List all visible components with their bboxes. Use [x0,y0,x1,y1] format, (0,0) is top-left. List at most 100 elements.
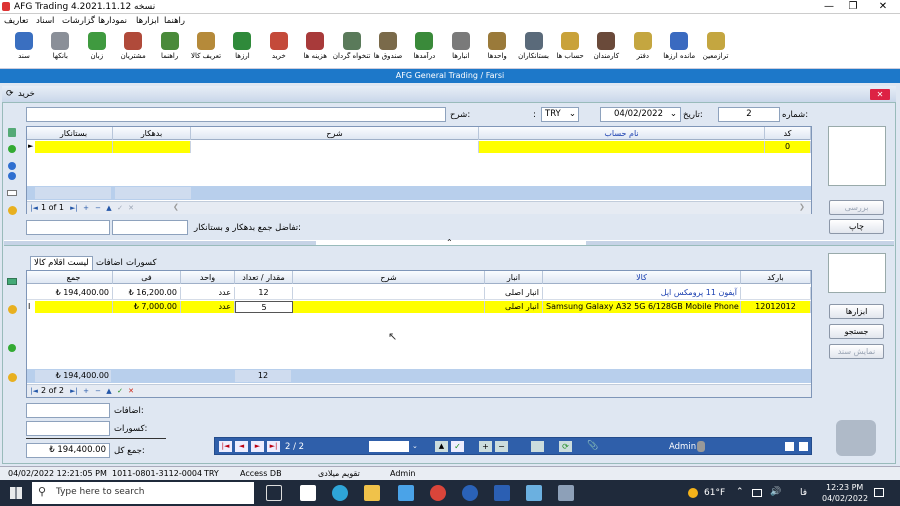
tray-chevron-icon[interactable]: ⌃ [736,487,744,497]
nav-up-icon[interactable]: ▲ [435,441,448,452]
toolbar-button-bank[interactable]: بانکها [42,31,78,67]
col-price[interactable]: فی [113,271,181,284]
col-warehouse[interactable]: انبار [485,271,543,284]
taskbar-search[interactable]: ⚲ Type here to search [32,482,254,504]
review-button[interactable]: بررسی [829,200,884,215]
menu-charts[interactable]: نمودارها [98,16,127,26]
cell-barcode[interactable]: 12012012 [741,301,811,313]
close-icon[interactable]: ✕ [874,1,892,12]
search-button[interactable]: جستجو [829,324,884,339]
language-indicator[interactable]: فا [800,488,807,498]
edge-icon[interactable] [332,485,348,501]
clock-date[interactable]: 04/02/2022 [822,494,868,503]
nav-doc-icon[interactable] [531,441,544,452]
menu-help[interactable]: راهنما [164,16,185,26]
photos-icon[interactable] [526,485,542,501]
up-icon[interactable]: ▲ [104,203,114,213]
col-account-name[interactable]: نام حساب [479,127,765,140]
cell-barcode[interactable] [741,287,811,299]
remove-row-icon[interactable]: − [93,386,103,396]
calculator-icon[interactable] [8,128,16,137]
cell-code[interactable]: 0 [765,141,811,153]
number-field[interactable]: 2 [718,107,780,122]
tab-additions[interactable]: اضافات [96,258,123,268]
col-credit[interactable]: بستانکار [35,127,113,140]
emoji-icon-2[interactable] [8,305,17,314]
menu-definitions[interactable]: تعاریف [4,16,28,26]
money-icon-2[interactable] [8,344,16,352]
toolbar-button-warehouse[interactable]: انبارها [443,31,479,67]
scroll-up-icon[interactable] [8,162,16,170]
description-field[interactable] [26,107,446,122]
print-button[interactable]: چاپ [829,219,884,234]
toolbar-button-ledger[interactable]: دفتر [625,31,661,67]
file-explorer-icon[interactable] [364,485,380,501]
col-item-description[interactable]: شرح [293,271,485,284]
cell-description[interactable] [191,141,479,153]
toolbar-button-currency-balance[interactable]: مانده ارزها [661,31,697,67]
nav-confirm-icon[interactable]: ✓ [451,441,464,452]
minimize-icon[interactable]: — [820,1,838,12]
chrome-icon[interactable] [430,485,446,501]
check-icon[interactable]: ✓ [115,386,125,396]
items-row-2[interactable]: I ₺ 7,000.00 عدد 5 انبار اصلی Samsung Ga… [27,301,811,314]
toolbar-button-expenses[interactable]: هزینه ها [297,31,333,67]
cell-credit[interactable] [35,141,113,153]
network-icon[interactable] [752,489,762,497]
scroll-left-icon[interactable]: ❮ [173,203,179,211]
word-icon[interactable] [494,485,510,501]
toolbar-button-customers[interactable]: مشتریان [115,31,151,67]
cell-total[interactable] [35,301,113,313]
toolbar-button-document[interactable]: سند [6,31,42,67]
cell-product[interactable]: Samsung Galaxy A32 5G 6/128GB Mobile Pho… [543,301,741,313]
list-icon[interactable] [7,278,17,285]
remove-row-icon[interactable]: − [93,203,103,213]
last-record-icon[interactable]: ►| [267,441,280,452]
cell-unit[interactable]: عدد [181,301,235,313]
toolbar-button-product[interactable]: تعریف کالا [188,31,224,67]
toolbar-button-cash-box[interactable]: صندوق ها [370,31,406,67]
next-record-icon[interactable]: ► [251,441,264,452]
emoji-icon-3[interactable] [8,373,17,382]
cell-debit[interactable] [113,141,191,153]
toolbar-button-creditors[interactable]: بستانکاران [516,31,552,67]
toolbar-button-petty-cash[interactable]: تنخواه گردان [333,31,370,67]
cell-qty[interactable]: 5 [235,301,293,313]
col-description[interactable]: شرح [191,127,479,140]
cell-qty[interactable]: 12 [235,287,293,299]
checkbox-1[interactable] [785,442,794,451]
toolbar-button-purchase[interactable]: خرید [261,31,297,67]
menu-documents[interactable]: اسناد [36,16,54,26]
next-page-icon[interactable]: ►| [69,386,79,396]
cell-item-description[interactable] [293,301,485,313]
tab-items[interactable]: لیست اقلام کالا [30,256,93,270]
checkbox-2[interactable] [799,442,808,451]
col-product[interactable]: کالا [543,271,741,284]
media-icon[interactable] [462,485,478,501]
cell-unit[interactable]: عدد [181,287,235,299]
toolbar-button-currency[interactable]: ارزها [224,31,260,67]
toolbar-button-trial-balance[interactable]: ترازمعین [698,31,734,67]
check-icon[interactable]: ✓ [115,203,125,213]
cancel-icon[interactable]: ✕ [126,203,136,213]
col-debit[interactable]: بدهکار [113,127,191,140]
next-page-icon[interactable]: ►| [69,203,79,213]
nav-dropdown-icon[interactable]: ⌄ [412,442,418,450]
cell-account-name[interactable] [479,141,765,153]
emoji-icon[interactable] [8,206,17,215]
add-row-icon[interactable]: + [81,386,91,396]
clock-time[interactable]: 12:23 PM [826,483,863,492]
items-row-1[interactable]: ₺ 194,400.00 ₺ 16,200.00 عدد 12 انبار اص… [27,287,811,300]
col-qty[interactable]: مقدار / تعداد [235,271,293,284]
notifications-icon[interactable] [874,488,884,497]
accounts-row[interactable]: ► 0 [27,141,811,153]
toolbar-button-income[interactable]: درآمدها [406,31,442,67]
toolbar-button-help[interactable]: راهنما [152,31,188,67]
goto-record-field[interactable] [369,441,409,452]
cell-product[interactable]: آیفون 11 پرومکس اپل [543,287,741,299]
toolbar-button-language[interactable]: زبان [79,31,115,67]
prev-page-icon[interactable]: |◄ [29,203,39,213]
toolbar-button-units[interactable]: واحدها [479,31,515,67]
cell-price[interactable]: ₺ 16,200.00 [113,287,181,299]
cell-total[interactable]: ₺ 194,400.00 [35,287,113,299]
